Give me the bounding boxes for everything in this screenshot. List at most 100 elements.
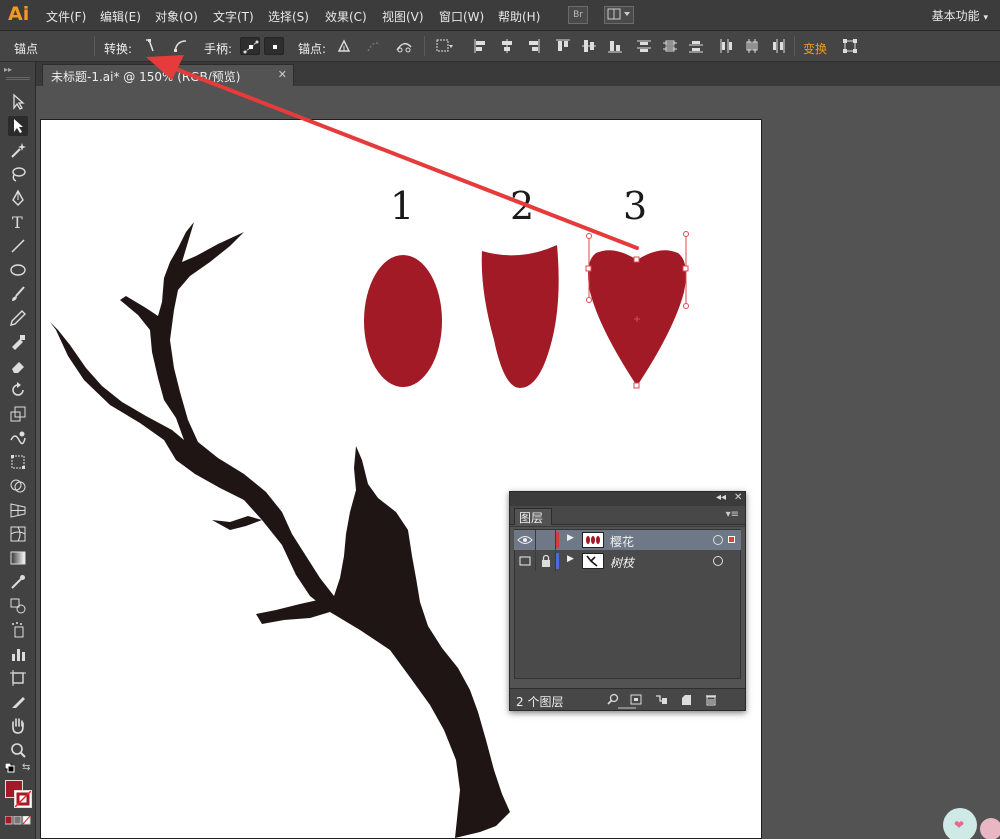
blob-brush-tool[interactable] [8, 332, 28, 352]
direct-selection-tool[interactable] [8, 116, 28, 136]
lasso-tool[interactable] [8, 164, 28, 184]
distribute-right-button[interactable] [768, 37, 788, 55]
expand-triangle-icon[interactable]: ▶ [567, 554, 574, 564]
align-top-button[interactable] [553, 37, 573, 55]
show-handles-button[interactable] [240, 37, 260, 55]
panel-grip[interactable] [6, 77, 30, 80]
hide-handles-button[interactable] [264, 37, 284, 55]
color-mode-buttons[interactable] [4, 814, 31, 825]
artboard-tool[interactable] [8, 668, 28, 688]
resize-grip[interactable] [618, 707, 636, 709]
stroke-swatch[interactable] [14, 790, 32, 808]
visibility-toggle[interactable] [514, 530, 536, 550]
distribute-top-button[interactable] [634, 37, 654, 55]
menu-help[interactable]: 帮助(H) [498, 8, 540, 25]
layer-row[interactable]: ▶ 樱花 [514, 530, 741, 550]
document-tab[interactable]: 未标题-1.ai* @ 150% (RGB/预览) ✕ [42, 64, 294, 86]
expand-triangle-icon[interactable]: ▶ [567, 533, 574, 543]
align-bottom-button[interactable] [605, 37, 625, 55]
align-left-button[interactable] [471, 37, 491, 55]
lock-toggle[interactable] [536, 551, 556, 571]
mesh-tool[interactable] [8, 524, 28, 544]
convert-to-corner-button[interactable] [140, 37, 160, 55]
menu-window[interactable]: 窗口(W) [439, 8, 484, 25]
target-circle-icon[interactable] [713, 535, 723, 545]
locate-object-button[interactable] [606, 693, 620, 706]
visibility-toggle[interactable] [514, 551, 536, 571]
layer-row[interactable]: ▶ 树枝 [514, 551, 741, 571]
panel-expand-icon[interactable]: ▸▸ [4, 65, 12, 74]
rotate-tool[interactable] [8, 380, 28, 400]
close-panel-icon[interactable]: ✕ [734, 492, 742, 503]
menu-file[interactable]: 文件(F) [46, 8, 86, 25]
connect-path-button[interactable] [364, 37, 384, 55]
collapse-panel-icon[interactable]: ◂◂ [716, 492, 726, 503]
lock-toggle[interactable] [536, 530, 556, 550]
panel-header[interactable]: ◂◂ ✕ [510, 492, 745, 506]
perspective-grid-tool[interactable] [8, 500, 28, 520]
paintbrush-tool[interactable] [8, 284, 28, 304]
convert-to-smooth-button[interactable] [170, 37, 190, 55]
line-tool[interactable] [8, 236, 28, 256]
pen-tool[interactable] [8, 188, 28, 208]
menu-object[interactable]: 对象(O) [155, 8, 198, 25]
align-center-button[interactable] [497, 37, 517, 55]
warp-tool[interactable] [8, 428, 28, 448]
close-icon[interactable]: ✕ [278, 68, 287, 81]
blend-tool[interactable] [8, 596, 28, 616]
new-sublayer-icon [656, 695, 667, 704]
create-layer-button[interactable] [679, 693, 693, 706]
menu-type[interactable]: 文字(T) [213, 8, 254, 25]
cut-path-button[interactable] [394, 37, 414, 55]
clipping-mask-icon [630, 694, 642, 705]
delete-layer-button[interactable] [704, 693, 718, 706]
make-clipping-mask-button[interactable] [629, 693, 643, 706]
arrange-documents-button[interactable] [604, 6, 634, 24]
default-colors-icon[interactable] [4, 762, 15, 773]
gradient-tool[interactable] [8, 548, 28, 568]
tab-layers[interactable]: 图层 [514, 508, 552, 525]
layer-name[interactable]: 樱花 [610, 533, 634, 550]
isolate-button[interactable] [434, 37, 454, 55]
hand-tool[interactable] [8, 716, 28, 736]
type-tool[interactable]: T [8, 212, 28, 232]
column-graph-tool[interactable] [8, 644, 28, 664]
workspace-label: 基本功能 [931, 9, 980, 23]
transform-options-button[interactable] [840, 37, 860, 55]
slice-tool[interactable] [8, 692, 28, 712]
distribute-center-button[interactable] [660, 37, 680, 55]
symbol-sprayer-tool[interactable] [8, 620, 28, 640]
magic-wand-tool[interactable] [8, 140, 28, 160]
distribute-bottom-button[interactable] [686, 37, 706, 55]
menu-view[interactable]: 视图(V) [382, 8, 424, 25]
smooth-point-icon [174, 40, 187, 53]
free-transform-tool[interactable] [8, 452, 28, 472]
menu-select[interactable]: 选择(S) [268, 8, 309, 25]
eraser-tool[interactable] [8, 356, 28, 376]
control-bar: 锚点 转换: 手柄: 锚点: 变换 [0, 31, 1000, 62]
menu-effect[interactable]: 效果(C) [325, 8, 367, 25]
swap-colors-icon[interactable]: ⇆ [22, 762, 30, 773]
selection-tool[interactable] [8, 92, 28, 112]
bridge-button[interactable]: Br [568, 6, 588, 24]
ellipse-tool[interactable] [8, 260, 28, 280]
shape-builder-tool[interactable] [8, 476, 28, 496]
align-right-button[interactable] [523, 37, 543, 55]
transform-link[interactable]: 变换 [803, 40, 827, 57]
scale-tool[interactable] [8, 404, 28, 424]
remove-anchor-button[interactable] [334, 37, 354, 55]
panel-menu-icon[interactable]: ▾≡ [726, 509, 739, 520]
pencil-tool[interactable] [8, 308, 28, 328]
eyedropper-tool[interactable] [8, 572, 28, 592]
menu-edit[interactable]: 编辑(E) [100, 8, 141, 25]
create-sublayer-button[interactable] [654, 693, 668, 706]
layer-name[interactable]: 树枝 [610, 554, 634, 571]
target-circle-icon[interactable] [713, 556, 723, 566]
zoom-tool[interactable] [8, 740, 28, 760]
distribute-left-button[interactable] [716, 37, 736, 55]
distribute-hcenter-button[interactable] [742, 37, 762, 55]
selection-indicator[interactable] [728, 536, 735, 543]
align-middle-button[interactable] [579, 37, 599, 55]
workspace-switcher[interactable]: 基本功能 ▾ [932, 7, 988, 24]
artboard[interactable]: 1 2 3 [40, 119, 762, 839]
